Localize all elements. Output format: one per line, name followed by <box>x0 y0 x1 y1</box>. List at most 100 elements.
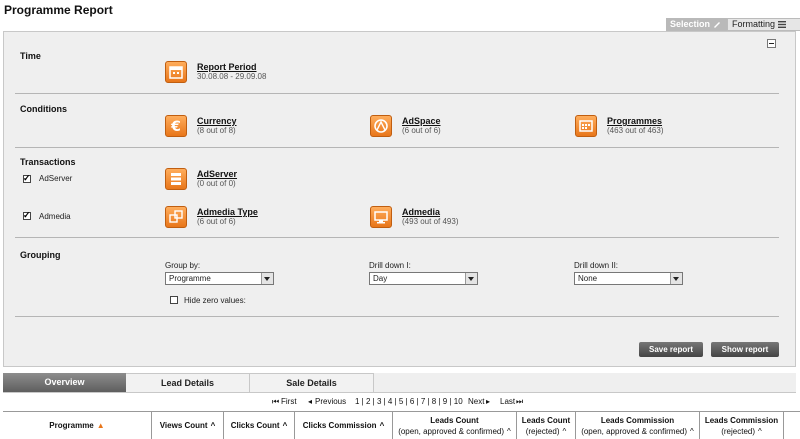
drill-down-2-value: None <box>578 274 598 283</box>
pagination: ⏮ First ◂ Previous 1 | 2 | 3 | 4 | 5 | 6… <box>0 397 800 409</box>
divider <box>15 93 779 94</box>
adspace-count: (6 out of 6) <box>402 126 441 135</box>
sort-icon: ^ <box>562 427 567 436</box>
drill-down-2-select[interactable]: None <box>574 272 683 285</box>
currency-count: (8 out of 8) <box>197 126 236 135</box>
group-by-select[interactable]: Programme <box>165 272 274 285</box>
chevron-down-icon <box>261 273 273 284</box>
admedia-icon[interactable] <box>370 206 392 228</box>
admedia-type-icon[interactable] <box>165 206 187 228</box>
page-title: Programme Report <box>4 3 113 17</box>
column-header-label: Programme <box>49 421 94 430</box>
sort-icon: ^ <box>379 421 385 430</box>
view-tabs: Selection Formatting <box>666 18 800 31</box>
euro-icon[interactable]: € <box>165 115 187 137</box>
tab-sale-details[interactable]: Sale Details <box>250 373 374 392</box>
collapse-icon[interactable] <box>767 39 776 48</box>
divider <box>15 147 779 148</box>
section-title-transactions: Transactions <box>20 157 76 167</box>
column-header-label: Views Count <box>159 421 208 430</box>
column-header-label: Clicks Commission <box>302 421 377 430</box>
tab-formatting-label: Formatting <box>732 19 776 29</box>
group-by-label: Group by: <box>165 261 201 270</box>
last-page-icon: ⏭ <box>516 397 524 406</box>
admedia-type-count: (6 out of 6) <box>197 217 236 226</box>
admedia-type-link[interactable]: Admedia Type <box>197 207 258 217</box>
tab-selection[interactable]: Selection <box>666 18 727 31</box>
show-report-button[interactable]: Show report <box>711 342 779 357</box>
column-header-sublabel: (rejected) <box>721 427 756 436</box>
report-table-header: Programme ▲ Views Count ^ Clicks Count ^ Cl… <box>3 411 800 439</box>
drill-down-1-select[interactable]: Day <box>369 272 478 285</box>
admedia-count: (493 out of 493) <box>402 217 459 226</box>
adserver-checkbox-label: AdServer <box>39 174 73 183</box>
sort-icon: ^ <box>282 421 288 430</box>
column-header-leads-count-rejected[interactable]: Leads Count (rejected) ^ <box>517 412 576 439</box>
divider <box>15 237 779 238</box>
column-header-leads-count[interactable]: Leads Count (open, approved & confirmed)… <box>393 412 517 439</box>
programmes-icon[interactable] <box>575 115 597 137</box>
list-icon <box>778 21 787 28</box>
column-header-label: Clicks Count <box>230 421 280 430</box>
column-header-leads-commission-rejected[interactable]: Leads Commission (rejected) ^ <box>700 412 784 439</box>
column-header-label: Leads Count <box>521 416 571 425</box>
admedia-link[interactable]: Admedia <box>402 207 440 217</box>
adserver-checkbox[interactable] <box>23 173 31 184</box>
calendar-icon[interactable] <box>165 61 187 83</box>
tab-selection-label: Selection <box>670 19 711 29</box>
last-page-link[interactable]: Last <box>500 397 515 406</box>
first-page-icon: ⏮ <box>272 397 280 406</box>
column-header-clicks-count[interactable]: Clicks Count ^ <box>224 412 295 439</box>
tab-overview[interactable]: Overview <box>3 373 126 392</box>
section-title-conditions: Conditions <box>20 104 67 114</box>
column-header-label: Leads Commission <box>704 416 779 425</box>
drill-down-1-label: Drill down I: <box>369 261 411 270</box>
adserver-icon[interactable] <box>165 168 187 190</box>
adserver-link[interactable]: AdServer <box>197 169 237 179</box>
next-page-link[interactable]: Next <box>468 397 484 406</box>
divider <box>15 316 779 317</box>
column-header-views-count[interactable]: Views Count ^ <box>152 412 224 439</box>
column-header-clicks-commission[interactable]: Clicks Commission ^ <box>295 412 393 439</box>
tab-lead-details[interactable]: Lead Details <box>126 373 250 392</box>
tab-formatting[interactable]: Formatting <box>727 18 800 31</box>
hide-zero-label: Hide zero values: <box>184 296 246 305</box>
first-page-link[interactable]: First <box>281 397 297 406</box>
drill-down-1-value: Day <box>373 274 388 283</box>
sort-icon: ^ <box>507 427 511 436</box>
column-header-label: Leads Count <box>430 416 479 425</box>
page-numbers[interactable]: 1 | 2 | 3 | 4 | 5 | 6 | 7 | 8 | 9 | 10 <box>355 397 463 406</box>
sort-icon: ^ <box>690 427 694 436</box>
previous-page-link[interactable]: Previous <box>315 397 346 406</box>
adserver-count: (0 out of 0) <box>197 179 236 188</box>
save-report-button[interactable]: Save report <box>639 342 703 357</box>
column-header-sublabel: (rejected) <box>525 427 560 436</box>
sort-icon: ^ <box>210 421 216 430</box>
svg-text:€: € <box>170 119 181 135</box>
admedia-checkbox-label: Admedia <box>39 212 71 221</box>
column-header-sublabel: (open, approved & confirmed) <box>581 427 688 436</box>
adspace-link[interactable]: AdSpace <box>402 116 441 126</box>
chevron-down-icon <box>670 273 682 284</box>
currency-link[interactable]: Currency <box>197 116 237 126</box>
column-header-programme[interactable]: Programme ▲ <box>3 412 152 439</box>
pencil-icon <box>714 22 721 28</box>
admedia-checkbox[interactable] <box>23 210 31 221</box>
column-header-label: Leads Commission <box>600 416 675 425</box>
report-period-value: 30.08.08 - 29.09.08 <box>197 72 267 81</box>
hide-zero-checkbox[interactable] <box>170 296 178 304</box>
report-period-link[interactable]: Report Period <box>197 62 257 72</box>
chevron-down-icon <box>465 273 477 284</box>
programmes-count: (463 out of 463) <box>607 126 664 135</box>
programmes-link[interactable]: Programmes <box>607 116 662 126</box>
column-header-leads-commission[interactable]: Leads Commission (open, approved & confi… <box>576 412 700 439</box>
adspace-icon[interactable] <box>370 115 392 137</box>
previous-page-icon: ◂ <box>308 397 313 406</box>
drill-down-2-label: Drill down II: <box>574 261 619 270</box>
column-header-overflow <box>784 412 800 439</box>
section-title-time: Time <box>20 51 41 61</box>
next-page-icon: ▸ <box>486 397 491 406</box>
sort-asc-icon: ▲ <box>96 421 105 430</box>
column-header-sublabel: (open, approved & confirmed) <box>398 427 505 436</box>
section-title-grouping: Grouping <box>20 250 61 260</box>
